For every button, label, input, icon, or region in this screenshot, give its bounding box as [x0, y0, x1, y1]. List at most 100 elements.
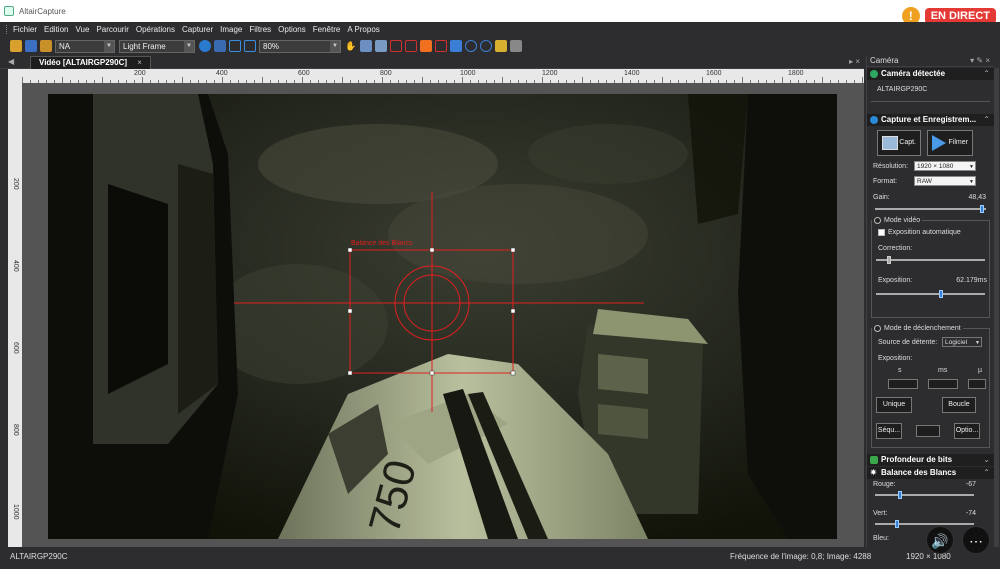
- save-icon[interactable]: [25, 40, 37, 52]
- options-button[interactable]: Optio...: [954, 423, 980, 439]
- section-white-balance[interactable]: ✷ Balance des Blancs ⌃: [867, 467, 994, 479]
- menu-vue[interactable]: Vue: [75, 25, 89, 34]
- correction-slider[interactable]: [876, 255, 985, 265]
- microseconds-spinner[interactable]: [968, 379, 986, 389]
- gain-slider[interactable]: [875, 204, 986, 214]
- zoom-combo[interactable]: 80% ▼: [259, 39, 341, 53]
- collapse-icon[interactable]: ⌃: [983, 467, 990, 479]
- menu-options[interactable]: Options: [278, 25, 306, 34]
- tab-video[interactable]: Vidéo [ALTAIRGP290C] ×: [30, 56, 151, 69]
- roi-handle[interactable]: [347, 308, 353, 314]
- slider-knob[interactable]: [979, 205, 984, 213]
- chevron-down-icon: ▼: [104, 40, 114, 52]
- menu-bar: Fichier Edition Vue Parcourir Opérations…: [0, 22, 1000, 36]
- zoom-in-icon[interactable]: [480, 40, 492, 52]
- menu-capturer[interactable]: Capturer: [182, 25, 213, 34]
- image-canvas[interactable]: 750 Balance des Blancs: [22, 83, 864, 547]
- roi-handle[interactable]: [429, 370, 435, 376]
- section-camera-detected[interactable]: Caméra détectée ⌃: [867, 68, 994, 80]
- exposure-slider[interactable]: [876, 289, 985, 299]
- menu-operations[interactable]: Opérations: [136, 25, 175, 34]
- speaker-icon[interactable]: 🔊: [926, 526, 954, 554]
- battery-icon[interactable]: [510, 40, 522, 52]
- menu-image[interactable]: Image: [220, 25, 242, 34]
- format-select[interactable]: RAW ▼: [914, 176, 976, 186]
- more-options-icon[interactable]: ⋯: [962, 526, 990, 554]
- chevron-left-icon[interactable]: ◀: [8, 57, 14, 66]
- red-label: Rouge:: [873, 481, 896, 488]
- milliseconds-spinner[interactable]: [928, 379, 958, 389]
- focus-target-icon[interactable]: [420, 40, 432, 52]
- sequence-button[interactable]: Séqu...: [876, 423, 902, 439]
- slider-knob[interactable]: [887, 256, 892, 264]
- close-icon[interactable]: ×: [137, 58, 142, 67]
- menu-fenetre[interactable]: Fenêtre: [313, 25, 341, 34]
- capture-button[interactable]: Capt.: [877, 130, 921, 156]
- image-icon[interactable]: [360, 40, 372, 52]
- star-icon[interactable]: [495, 40, 507, 52]
- roi-handle[interactable]: [347, 247, 353, 253]
- settings-icon[interactable]: [214, 40, 226, 52]
- red-slider[interactable]: [875, 490, 974, 500]
- ruler-top-label: 1400: [624, 70, 640, 77]
- roi-handle[interactable]: [347, 370, 353, 376]
- section-bit-depth[interactable]: Profondeur de bits ⌄: [867, 454, 994, 466]
- roi-handle[interactable]: [510, 308, 516, 314]
- grid-icon[interactable]: [435, 40, 447, 52]
- seconds-spinner[interactable]: [888, 379, 918, 389]
- section-white-balance-label: Balance des Blancs: [881, 468, 957, 477]
- toolbar: NA ▼ Light Frame ▼ 80% ▼ ✋: [0, 37, 1000, 55]
- frame-type-combo[interactable]: Light Frame ▼: [119, 39, 195, 53]
- archive-icon[interactable]: [40, 40, 52, 52]
- menu-filtres[interactable]: Filtres: [249, 25, 271, 34]
- tabs-navigation-icon[interactable]: ▸ ×: [849, 57, 860, 66]
- menu-edition[interactable]: Edition: [44, 25, 68, 34]
- crosshair-box-icon[interactable]: [390, 40, 402, 52]
- slider-knob[interactable]: [939, 290, 944, 298]
- stop-icon[interactable]: [244, 40, 256, 52]
- section-capture[interactable]: Capture et Enregistrem... ⌃: [867, 114, 994, 126]
- reticle-icon[interactable]: [405, 40, 417, 52]
- zoom-out-icon[interactable]: [465, 40, 477, 52]
- menu-a-propos[interactable]: A Propos: [347, 25, 379, 34]
- roi-handle[interactable]: [429, 247, 435, 253]
- slider-knob[interactable]: [897, 491, 902, 499]
- auto-exposure-checkbox[interactable]: Exposition automatique: [872, 227, 961, 238]
- sun-icon: ✷: [870, 468, 877, 477]
- correction-label: Correction:: [878, 245, 913, 252]
- hand-icon[interactable]: ✋: [345, 40, 357, 52]
- title-bar: AltairCapture ! EN DIRECT: [0, 0, 1000, 25]
- slider-knob[interactable]: [894, 520, 899, 528]
- open-folder-icon[interactable]: [10, 40, 22, 52]
- live-video-frame[interactable]: 750 Balance des Blancs: [48, 94, 837, 539]
- panel-pin-close-icon[interactable]: ▾ ✎ ×: [970, 55, 990, 67]
- pause-icon[interactable]: [229, 40, 241, 52]
- roi-handle[interactable]: [510, 247, 516, 253]
- sequence-count-spinner[interactable]: [916, 425, 940, 437]
- ruler-left-label: 800: [12, 424, 19, 436]
- camera-combo[interactable]: NA ▼: [55, 39, 115, 53]
- menu-parcourir[interactable]: Parcourir: [96, 25, 128, 34]
- green-slider[interactable]: [875, 519, 974, 529]
- menu-fichier[interactable]: Fichier: [13, 25, 37, 34]
- trigger-mode-radio[interactable]: Mode de déclenchement: [872, 323, 963, 334]
- ruler-top-label: 200: [134, 70, 146, 77]
- collapse-icon[interactable]: ⌃: [983, 114, 990, 126]
- unit-microseconds: µ: [978, 367, 983, 374]
- sync-icon[interactable]: [199, 40, 211, 52]
- roi-handle[interactable]: [510, 370, 516, 376]
- expand-icon[interactable]: ⌄: [983, 454, 990, 466]
- tab-video-label: Vidéo [ALTAIRGP290C]: [39, 58, 128, 67]
- trigger-source-select[interactable]: Logiciel ▼: [942, 337, 982, 347]
- panel-scrollbar[interactable]: [994, 68, 999, 547]
- loop-button[interactable]: Boucle: [942, 397, 976, 413]
- collapse-icon[interactable]: ⌃: [983, 68, 990, 80]
- resolution-select[interactable]: 1920 × 1080 ▼: [914, 161, 976, 171]
- record-button[interactable]: Filmer: [927, 130, 973, 156]
- video-mode-radio[interactable]: Mode vidéo: [872, 215, 923, 226]
- histogram-icon[interactable]: [375, 40, 387, 52]
- frame-type-value: Light Frame: [123, 41, 166, 51]
- single-button[interactable]: Unique: [876, 397, 912, 413]
- white-balance-overlay[interactable]: [48, 94, 837, 539]
- move-icon[interactable]: [450, 40, 462, 52]
